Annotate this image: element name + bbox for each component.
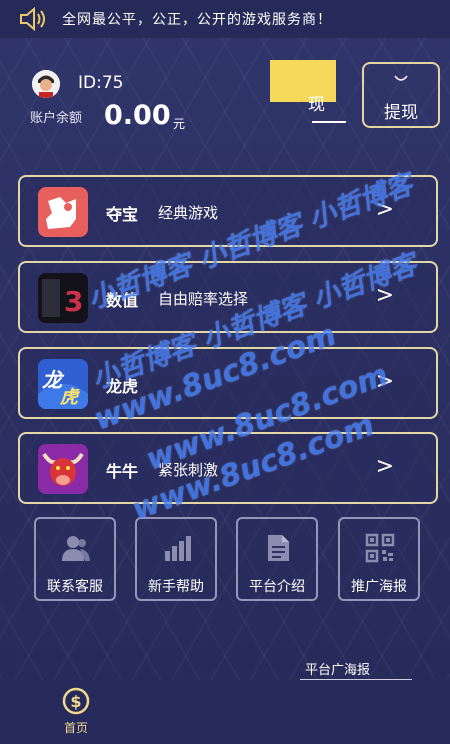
game-desc: 自由赔率选择 — [158, 290, 249, 308]
chevron-right-icon: > — [375, 197, 394, 222]
platform-poster-link[interactable]: 平台广海报 — [305, 659, 370, 678]
balance-unit: 元 — [173, 117, 186, 131]
contact-service-tile[interactable]: 联系客服 — [34, 517, 116, 601]
svg-text:$: $ — [70, 692, 81, 711]
game-name: 数值 — [106, 291, 139, 310]
dragon-tiger-icon: 龙 虎 — [38, 359, 88, 409]
tile-label: 推广海报 — [351, 579, 407, 595]
tab-home-label: 首页 — [63, 721, 88, 735]
qr-code-icon — [365, 533, 395, 563]
tile-label: 新手帮助 — [148, 579, 204, 595]
notice-text: 全网最公平，公正，公开的游戏服务商！ — [62, 12, 332, 28]
tile-label: 平台介绍 — [249, 579, 305, 595]
avatar[interactable] — [32, 70, 60, 98]
speaker-icon — [20, 7, 45, 31]
game-name: 夺宝 — [106, 205, 139, 224]
notice-bar: 全网最公平，公正，公开的游戏服务商！ — [0, 0, 450, 38]
game-card-duobao[interactable]: 夺宝 经典游戏 > — [18, 175, 438, 247]
chevron-right-icon: > — [375, 454, 394, 479]
game-desc: 紧张刺激 — [158, 461, 219, 479]
balance-value: 0.00 — [104, 100, 171, 131]
dollar-coin-icon: $ — [62, 687, 90, 715]
promo-poster-tile[interactable]: 推广海报 — [338, 517, 420, 601]
bull-icon — [38, 444, 88, 494]
game-name: 牛牛 — [106, 462, 139, 481]
svg-text:3: 3 — [64, 285, 83, 318]
tile-label: 联系客服 — [47, 579, 103, 595]
balance-label: 账户余额 — [30, 111, 83, 126]
svg-text:虎: 虎 — [59, 387, 81, 408]
platform-intro-tile[interactable]: 平台介绍 — [236, 517, 318, 601]
recharge-label: 现 — [308, 95, 325, 115]
yellow-patch — [270, 60, 336, 102]
customer-service-icon — [62, 536, 90, 561]
treasure-icon — [38, 187, 88, 237]
avatar-image — [32, 70, 60, 98]
game-desc: 经典游戏 — [158, 204, 219, 222]
recharge-underline — [312, 121, 346, 123]
recharge-button[interactable]: 现 — [270, 60, 348, 134]
withdraw-label: 提现 — [384, 103, 418, 123]
newbie-help-tile[interactable]: 新手帮助 — [135, 517, 217, 601]
user-id: ID:75 — [78, 73, 124, 93]
withdraw-icon — [394, 75, 408, 81]
number-icon: 3 — [38, 273, 88, 323]
withdraw-button[interactable]: 提现 — [362, 62, 440, 128]
document-icon — [268, 535, 289, 561]
game-card-shuzhi[interactable]: 3 数值 自由赔率选择 > — [18, 261, 438, 333]
bottom-tab-bar: $ 首页 — [0, 680, 450, 744]
chevron-right-icon: > — [375, 283, 394, 308]
tab-home[interactable]: $ 首页 — [40, 683, 112, 741]
game-name: 龙虎 — [106, 377, 139, 396]
game-card-niuniu[interactable]: 牛牛 紧张刺激 > — [18, 432, 438, 504]
bar-chart-icon — [165, 536, 191, 561]
chevron-right-icon: > — [375, 369, 394, 394]
game-card-longhu[interactable]: 龙 虎 龙虎 > — [18, 347, 438, 419]
